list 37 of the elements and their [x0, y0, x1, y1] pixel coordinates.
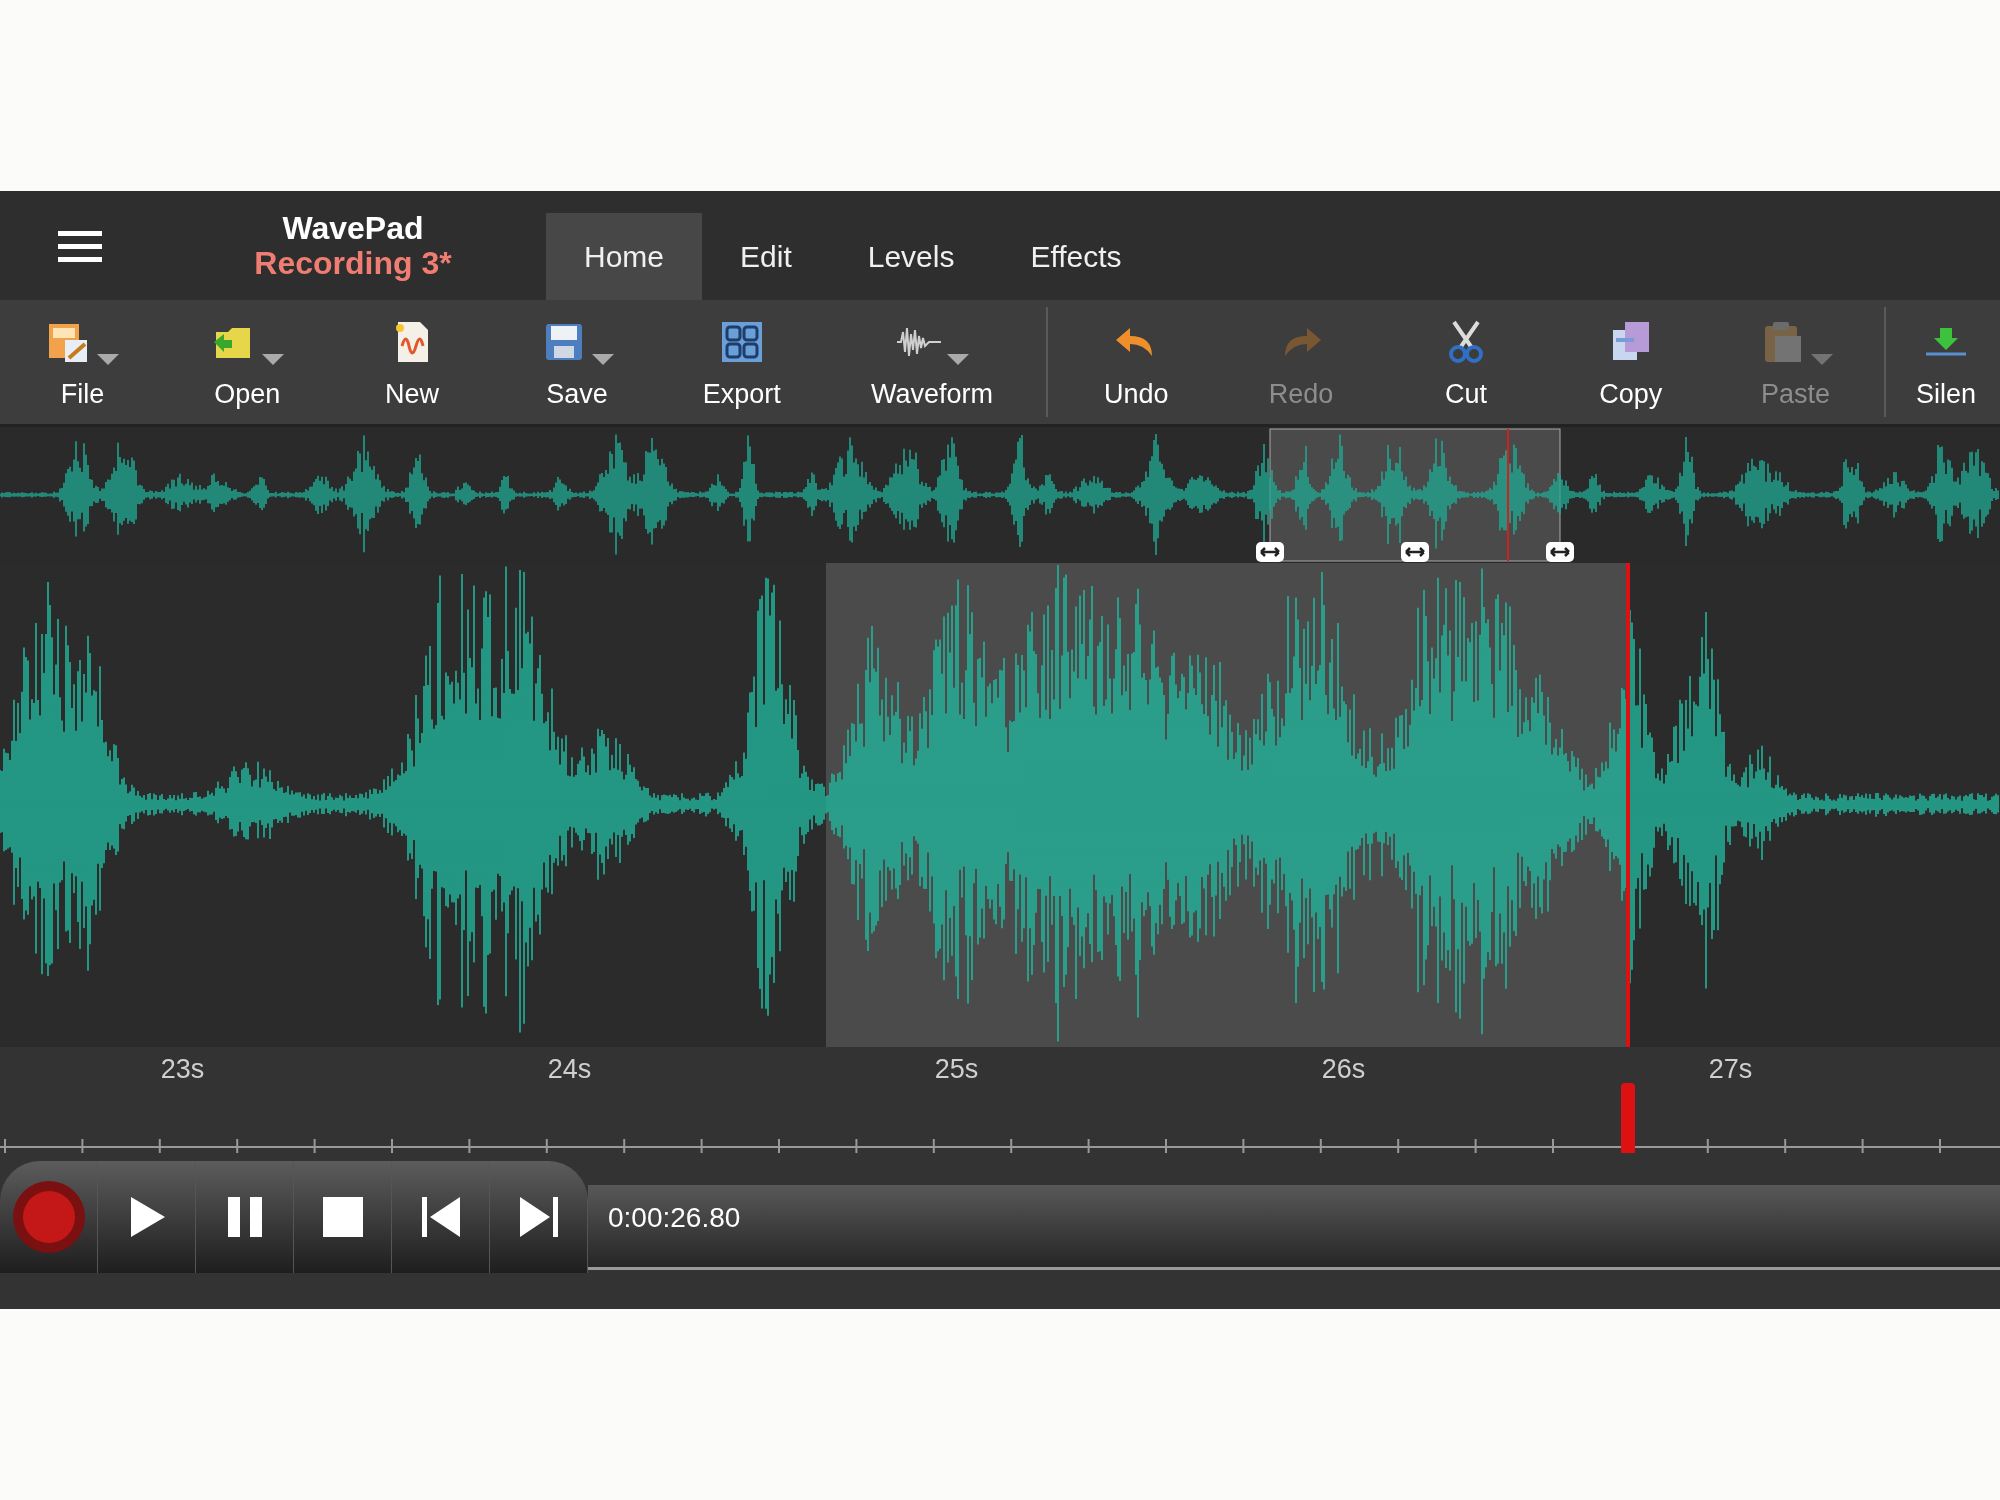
caret-icon [591, 352, 614, 366]
toolbar-button[interactable]: Waveform [824, 300, 1040, 424]
toolbar-button[interactable]: Undo [1053, 300, 1219, 424]
toolbar-button[interactable]: New [329, 300, 495, 424]
toolbar-button[interactable]: Cut [1383, 300, 1549, 424]
menu-icon [58, 228, 102, 263]
time-label: 26s [1320, 1053, 1367, 1086]
toolbar-button[interactable]: Export [659, 300, 825, 424]
play-button[interactable] [98, 1161, 196, 1273]
skip-to-start-button[interactable] [392, 1161, 490, 1273]
skip-to-end-button[interactable] [490, 1161, 588, 1273]
toolbar-button[interactable]: Save [494, 300, 660, 424]
tab[interactable]: Levels [829, 213, 993, 300]
time-label: 27s [1707, 1053, 1754, 1086]
handle-icon[interactable] [1545, 541, 1575, 563]
stop-button[interactable] [294, 1161, 392, 1273]
toolbar-button[interactable]: Open [164, 300, 330, 424]
time-label: 24s [546, 1053, 593, 1086]
caret-icon [1810, 352, 1833, 366]
document-title: Recording 3* [254, 245, 452, 281]
time-display: 0:00:26.80 [608, 1202, 741, 1233]
caret-icon [262, 352, 285, 366]
toolbar-button[interactable]: Copy [1548, 300, 1714, 424]
toolbar-button[interactable]: File [0, 300, 165, 424]
toolbar-button[interactable]: Silen [1891, 300, 2000, 424]
playhead-marker[interactable] [1621, 1083, 1635, 1153]
app-title: WavePad [282, 210, 424, 246]
time-label: 23s [159, 1053, 206, 1086]
tab[interactable]: Effects [992, 213, 1160, 300]
handle-icon[interactable] [1400, 541, 1430, 563]
caret-icon [947, 352, 969, 366]
pause-button[interactable] [196, 1161, 294, 1273]
tab[interactable]: Edit [702, 213, 830, 300]
time-label: 25s [933, 1053, 980, 1086]
tab[interactable]: Home [546, 213, 703, 300]
handle-icon[interactable] [1255, 541, 1285, 563]
caret-icon [97, 352, 120, 366]
